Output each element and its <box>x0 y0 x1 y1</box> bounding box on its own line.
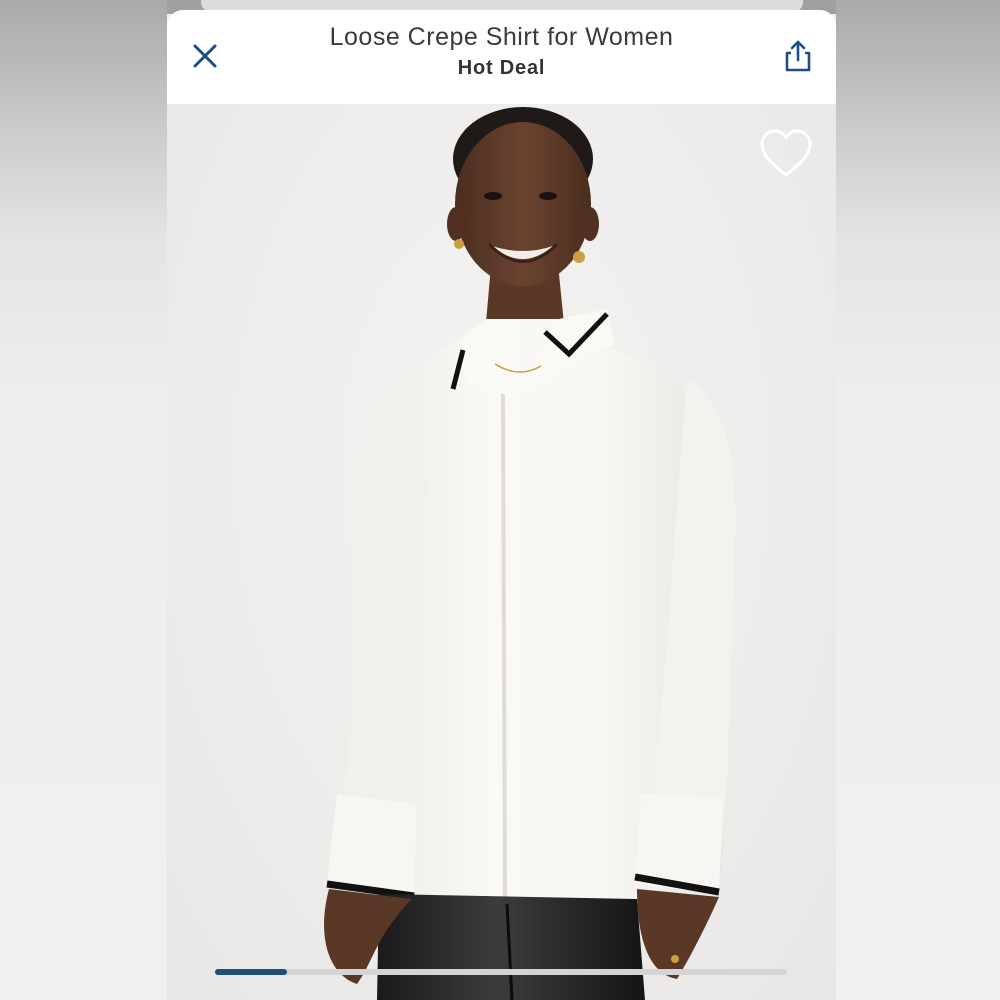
carousel-progress-fill <box>215 969 287 975</box>
deal-label: Hot Deal <box>457 57 546 79</box>
modal-header: Loose Crepe Shirt for Women Hot Deal <box>167 10 836 104</box>
product-image[interactable] <box>167 104 836 1000</box>
share-button[interactable] <box>782 38 814 74</box>
favorite-button[interactable] <box>758 128 814 180</box>
backdrop-right <box>836 0 1000 1000</box>
share-icon <box>785 40 811 72</box>
model-illustration <box>324 107 736 1000</box>
backdrop-left <box>0 0 168 1000</box>
close-icon <box>193 44 217 68</box>
product-modal: Loose Crepe Shirt for Women Hot Deal <box>167 0 836 1000</box>
carousel-progress-track <box>215 969 787 975</box>
close-button[interactable] <box>189 40 221 72</box>
heart-outline-icon <box>760 129 812 177</box>
page-title: Loose Crepe Shirt for Women <box>329 23 674 51</box>
